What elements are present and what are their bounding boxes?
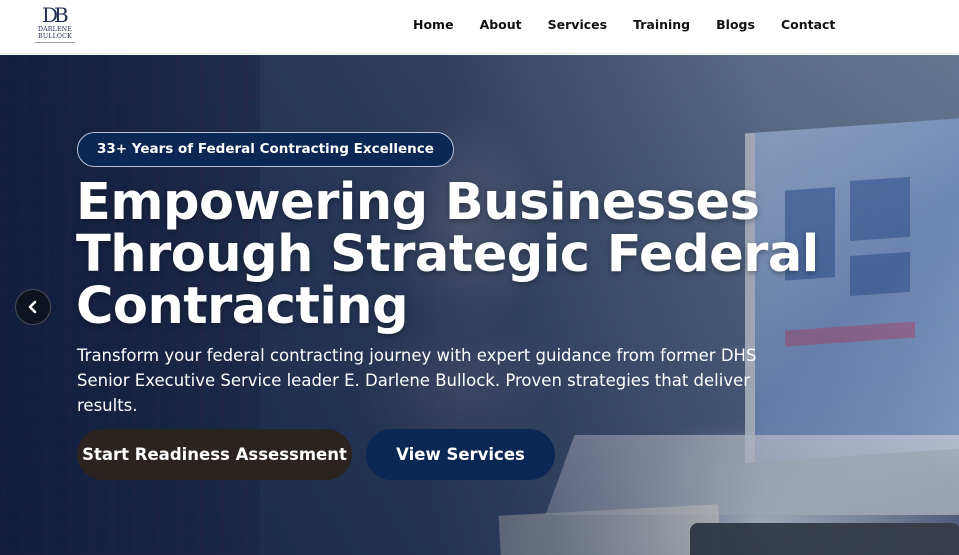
nav-blogs[interactable]: Blogs bbox=[716, 16, 755, 34]
brand-divider bbox=[35, 42, 75, 44]
brand-name: DARLENE BULLOCK bbox=[34, 26, 76, 40]
hero-headline: Empowering Businesses Through Strategic … bbox=[76, 177, 866, 333]
hero-section: 33+ Years of Federal Contracting Excelle… bbox=[0, 55, 959, 555]
brand-logo[interactable]: DB DARLENE BULLOCK bbox=[34, 3, 76, 47]
view-services-button[interactable]: View Services bbox=[366, 429, 555, 480]
start-readiness-assessment-button[interactable]: Start Readiness Assessment bbox=[77, 429, 352, 480]
experience-badge: 33+ Years of Federal Contracting Excelle… bbox=[77, 132, 454, 167]
chevron-left-icon bbox=[28, 300, 37, 314]
hero-description: Transform your federal contracting journ… bbox=[77, 346, 757, 415]
main-nav: Home About Services Training Blogs Conta… bbox=[413, 16, 861, 34]
brand-monogram: DB bbox=[42, 3, 69, 27]
nav-home[interactable]: Home bbox=[413, 16, 454, 34]
headline-line-3: Contracting bbox=[76, 277, 409, 336]
site-header: DB DARLENE BULLOCK Home About Services T… bbox=[0, 0, 959, 54]
brand-name-line2: BULLOCK bbox=[38, 32, 72, 40]
nav-contact[interactable]: Contact bbox=[781, 16, 835, 34]
nav-about[interactable]: About bbox=[480, 16, 522, 34]
headline-line-1: Empowering Businesses bbox=[76, 173, 760, 232]
nav-services[interactable]: Services bbox=[548, 16, 607, 34]
headline-line-2: Through Strategic Federal bbox=[76, 225, 819, 284]
slider-prev-button[interactable] bbox=[15, 289, 51, 325]
nav-training[interactable]: Training bbox=[633, 16, 690, 34]
